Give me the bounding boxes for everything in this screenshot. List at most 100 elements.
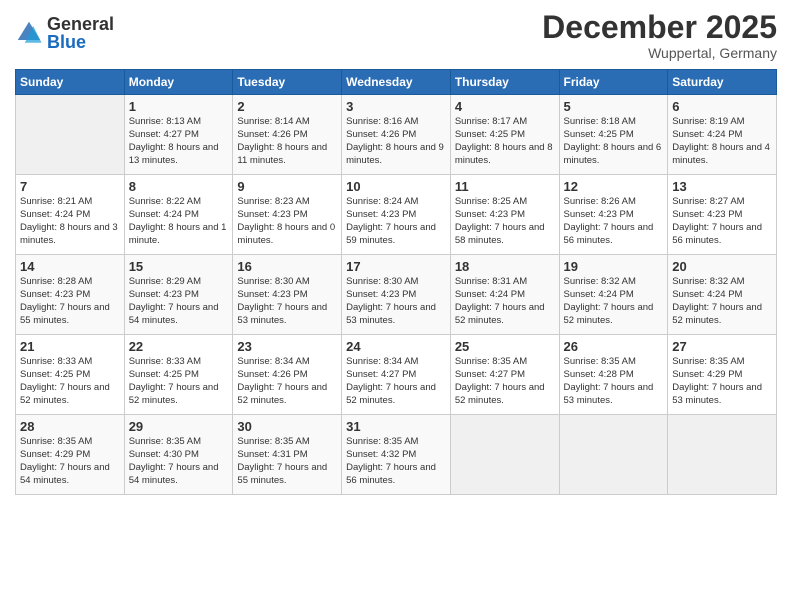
day-detail: Sunrise: 8:29 AMSunset: 4:23 PMDaylight:… — [129, 276, 229, 327]
day-detail: Sunrise: 8:17 AMSunset: 4:25 PMDaylight:… — [455, 116, 555, 167]
calendar-cell — [559, 415, 668, 495]
day-number: 22 — [129, 339, 229, 354]
day-number: 30 — [237, 419, 337, 434]
calendar-cell: 14 Sunrise: 8:28 AMSunset: 4:23 PMDayligh… — [16, 255, 125, 335]
weekday-header: Friday — [559, 70, 668, 95]
calendar-cell: 15 Sunrise: 8:29 AMSunset: 4:23 PMDayligh… — [124, 255, 233, 335]
calendar-cell: 31 Sunrise: 8:35 AMSunset: 4:32 PMDayligh… — [342, 415, 451, 495]
day-detail: Sunrise: 8:30 AMSunset: 4:23 PMDaylight:… — [346, 276, 446, 327]
calendar-cell: 23 Sunrise: 8:34 AMSunset: 4:26 PMDayligh… — [233, 335, 342, 415]
day-detail: Sunrise: 8:34 AMSunset: 4:27 PMDaylight:… — [346, 356, 446, 407]
day-detail: Sunrise: 8:19 AMSunset: 4:24 PMDaylight:… — [672, 116, 772, 167]
day-number: 26 — [564, 339, 664, 354]
logo-blue: Blue — [47, 33, 114, 51]
day-number: 21 — [20, 339, 120, 354]
day-number: 10 — [346, 179, 446, 194]
logo-text: General Blue — [47, 15, 114, 51]
day-detail: Sunrise: 8:32 AMSunset: 4:24 PMDaylight:… — [564, 276, 664, 327]
day-detail: Sunrise: 8:25 AMSunset: 4:23 PMDaylight:… — [455, 196, 555, 247]
weekday-header: Monday — [124, 70, 233, 95]
day-number: 8 — [129, 179, 229, 194]
header: General Blue December 2025 Wuppertal, Ge… — [15, 10, 777, 61]
day-number: 18 — [455, 259, 555, 274]
calendar-week-row: 28Sunrise: 8:35 AMSunset: 4:29 PMDayligh… — [16, 415, 777, 495]
calendar-week-row: 1Sunrise: 8:13 AMSunset: 4:27 PMDaylight… — [16, 95, 777, 175]
calendar-cell: 2 Sunrise: 8:14 AMSunset: 4:26 PMDaylight… — [233, 95, 342, 175]
calendar-cell: 21 Sunrise: 8:33 AMSunset: 4:25 PMDayligh… — [16, 335, 125, 415]
day-number: 9 — [237, 179, 337, 194]
calendar-cell: 20 Sunrise: 8:32 AMSunset: 4:24 PMDayligh… — [668, 255, 777, 335]
day-number: 3 — [346, 99, 446, 114]
day-detail: Sunrise: 8:35 AMSunset: 4:29 PMDaylight:… — [672, 356, 772, 407]
logo-icon — [15, 19, 43, 47]
day-detail: Sunrise: 8:24 AMSunset: 4:23 PMDaylight:… — [346, 196, 446, 247]
calendar-cell: 1Sunrise: 8:13 AMSunset: 4:27 PMDaylight… — [124, 95, 233, 175]
calendar-cell: 10 Sunrise: 8:24 AMSunset: 4:23 PMDayligh… — [342, 175, 451, 255]
day-detail: Sunrise: 8:23 AMSunset: 4:23 PMDaylight:… — [237, 196, 337, 247]
weekday-header: Saturday — [668, 70, 777, 95]
day-number: 15 — [129, 259, 229, 274]
calendar-week-row: 14 Sunrise: 8:28 AMSunset: 4:23 PMDayligh… — [16, 255, 777, 335]
calendar-cell: 24 Sunrise: 8:34 AMSunset: 4:27 PMDayligh… — [342, 335, 451, 415]
calendar-cell: 8 Sunrise: 8:22 AMSunset: 4:24 PMDaylight… — [124, 175, 233, 255]
title-block: December 2025 Wuppertal, Germany — [542, 10, 777, 61]
weekday-header: Sunday — [16, 70, 125, 95]
day-number: 14 — [20, 259, 120, 274]
month-title: December 2025 — [542, 10, 777, 45]
page: General Blue December 2025 Wuppertal, Ge… — [0, 0, 792, 612]
day-number: 20 — [672, 259, 772, 274]
day-detail: Sunrise: 8:18 AMSunset: 4:25 PMDaylight:… — [564, 116, 664, 167]
location: Wuppertal, Germany — [542, 45, 777, 61]
logo: General Blue — [15, 15, 114, 51]
calendar-cell: 3 Sunrise: 8:16 AMSunset: 4:26 PMDaylight… — [342, 95, 451, 175]
day-detail: Sunrise: 8:26 AMSunset: 4:23 PMDaylight:… — [564, 196, 664, 247]
calendar-cell: 12 Sunrise: 8:26 AMSunset: 4:23 PMDayligh… — [559, 175, 668, 255]
calendar-cell — [668, 415, 777, 495]
logo-general: General — [47, 15, 114, 33]
calendar-cell: 18 Sunrise: 8:31 AMSunset: 4:24 PMDayligh… — [450, 255, 559, 335]
calendar-cell: 16 Sunrise: 8:30 AMSunset: 4:23 PMDayligh… — [233, 255, 342, 335]
day-detail: Sunrise: 8:35 AMSunset: 4:29 PMDaylight:… — [20, 436, 120, 487]
calendar-cell: 22 Sunrise: 8:33 AMSunset: 4:25 PMDayligh… — [124, 335, 233, 415]
calendar-week-row: 7Sunrise: 8:21 AMSunset: 4:24 PMDaylight… — [16, 175, 777, 255]
day-detail: Sunrise: 8:21 AMSunset: 4:24 PMDaylight:… — [20, 196, 120, 247]
day-detail: Sunrise: 8:35 AMSunset: 4:32 PMDaylight:… — [346, 436, 446, 487]
day-number: 31 — [346, 419, 446, 434]
day-number: 19 — [564, 259, 664, 274]
day-number: 16 — [237, 259, 337, 274]
day-number: 2 — [237, 99, 337, 114]
day-detail: Sunrise: 8:32 AMSunset: 4:24 PMDaylight:… — [672, 276, 772, 327]
calendar-cell: 28Sunrise: 8:35 AMSunset: 4:29 PMDayligh… — [16, 415, 125, 495]
day-number: 29 — [129, 419, 229, 434]
day-detail: Sunrise: 8:34 AMSunset: 4:26 PMDaylight:… — [237, 356, 337, 407]
day-detail: Sunrise: 8:35 AMSunset: 4:30 PMDaylight:… — [129, 436, 229, 487]
calendar-cell: 25 Sunrise: 8:35 AMSunset: 4:27 PMDayligh… — [450, 335, 559, 415]
day-number: 17 — [346, 259, 446, 274]
day-detail: Sunrise: 8:31 AMSunset: 4:24 PMDaylight:… — [455, 276, 555, 327]
calendar-cell: 9 Sunrise: 8:23 AMSunset: 4:23 PMDaylight… — [233, 175, 342, 255]
day-detail: Sunrise: 8:35 AMSunset: 4:28 PMDaylight:… — [564, 356, 664, 407]
day-number: 6 — [672, 99, 772, 114]
day-detail: Sunrise: 8:28 AMSunset: 4:23 PMDaylight:… — [20, 276, 120, 327]
calendar-cell: 11Sunrise: 8:25 AMSunset: 4:23 PMDayligh… — [450, 175, 559, 255]
calendar-cell: 13Sunrise: 8:27 AMSunset: 4:23 PMDayligh… — [668, 175, 777, 255]
day-detail: Sunrise: 8:33 AMSunset: 4:25 PMDaylight:… — [129, 356, 229, 407]
day-number: 27 — [672, 339, 772, 354]
day-detail: Sunrise: 8:35 AMSunset: 4:31 PMDaylight:… — [237, 436, 337, 487]
calendar-week-row: 21 Sunrise: 8:33 AMSunset: 4:25 PMDayligh… — [16, 335, 777, 415]
day-detail: Sunrise: 8:22 AMSunset: 4:24 PMDaylight:… — [129, 196, 229, 247]
day-detail: Sunrise: 8:16 AMSunset: 4:26 PMDaylight:… — [346, 116, 446, 167]
day-number: 23 — [237, 339, 337, 354]
day-detail: Sunrise: 8:30 AMSunset: 4:23 PMDaylight:… — [237, 276, 337, 327]
weekday-header: Wednesday — [342, 70, 451, 95]
calendar-cell: 30 Sunrise: 8:35 AMSunset: 4:31 PMDayligh… — [233, 415, 342, 495]
day-number: 24 — [346, 339, 446, 354]
day-detail: Sunrise: 8:35 AMSunset: 4:27 PMDaylight:… — [455, 356, 555, 407]
calendar-cell: 17 Sunrise: 8:30 AMSunset: 4:23 PMDayligh… — [342, 255, 451, 335]
day-detail: Sunrise: 8:14 AMSunset: 4:26 PMDaylight:… — [237, 116, 337, 167]
day-number: 25 — [455, 339, 555, 354]
day-number: 12 — [564, 179, 664, 194]
day-detail: Sunrise: 8:33 AMSunset: 4:25 PMDaylight:… — [20, 356, 120, 407]
day-number: 13 — [672, 179, 772, 194]
calendar-cell — [16, 95, 125, 175]
